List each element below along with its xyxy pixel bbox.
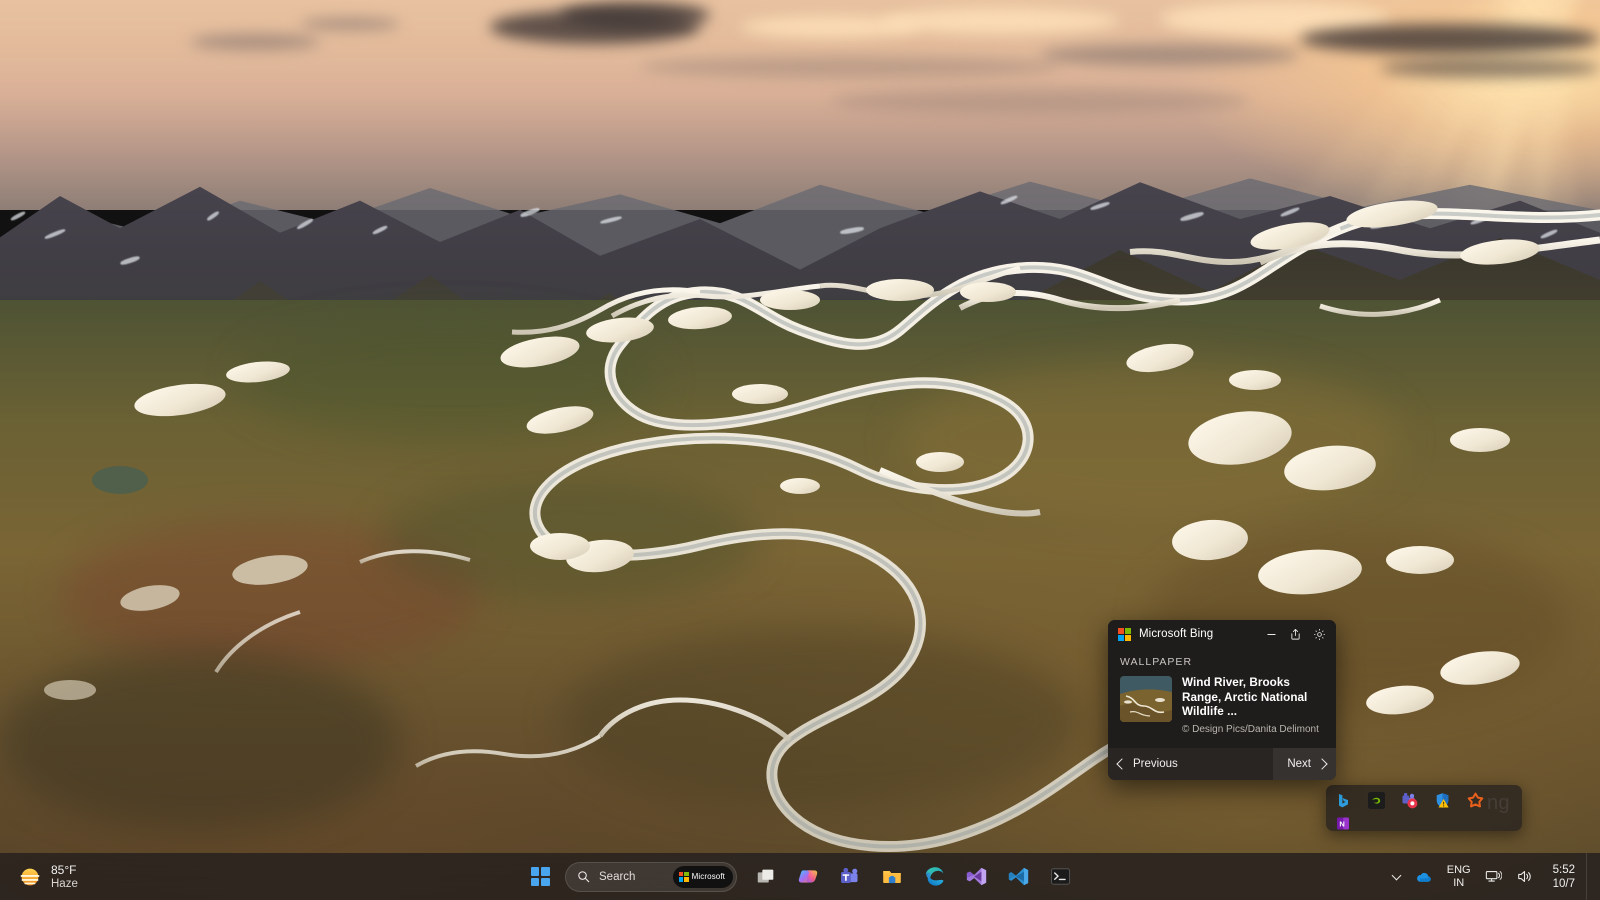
previous-button[interactable]: Previous xyxy=(1108,748,1273,780)
bing-popup-section-label: WALLPAPER xyxy=(1120,656,1324,668)
haze-sun-icon xyxy=(18,865,42,889)
bing-popup-title: Microsoft Bing xyxy=(1139,628,1213,640)
hidden-icons-row-2: N xyxy=(1326,815,1522,831)
teams-notification-icon[interactable] xyxy=(1401,792,1418,809)
chevron-right-icon xyxy=(1316,758,1327,769)
start-button[interactable] xyxy=(521,858,559,896)
file-explorer-button[interactable] xyxy=(873,858,911,896)
windows-logo-icon xyxy=(531,867,550,886)
show-hidden-icons-button[interactable] xyxy=(1386,858,1407,896)
hidden-icons-row-1 xyxy=(1326,785,1522,815)
gear-icon[interactable] xyxy=(1308,623,1330,645)
edge-button[interactable] xyxy=(915,858,953,896)
language-line-2: IN xyxy=(1447,877,1471,890)
share-button[interactable] xyxy=(1284,623,1306,645)
windows-security-icon[interactable] xyxy=(1434,792,1451,809)
terminal-button[interactable] xyxy=(1041,858,1079,896)
next-label: Next xyxy=(1287,758,1311,770)
previous-label: Previous xyxy=(1133,758,1178,770)
onenote-icon[interactable]: N xyxy=(1335,815,1352,832)
bing-popup-titlebar[interactable]: Microsoft Bing xyxy=(1108,620,1336,648)
vscode-button[interactable] xyxy=(999,858,1037,896)
language-line-1: ENG xyxy=(1447,864,1471,877)
volume-icon[interactable] xyxy=(1509,858,1540,896)
show-desktop-button[interactable] xyxy=(1586,853,1592,900)
bing-wallpaper-popup[interactable]: Microsoft Bing xyxy=(1108,620,1336,780)
chevron-left-icon xyxy=(1116,758,1127,769)
search-icon xyxy=(577,870,590,883)
search-input[interactable]: Search Microsoft xyxy=(565,862,737,892)
clock-time: 5:52 xyxy=(1553,863,1575,877)
nvidia-icon[interactable] xyxy=(1368,792,1385,809)
weather-widget[interactable]: 85°F Haze xyxy=(4,857,88,897)
bing-icon[interactable] xyxy=(1335,792,1352,809)
weather-condition: Haze xyxy=(51,877,78,891)
wallpaper-thumbnail[interactable] xyxy=(1120,676,1172,722)
bing-popup-card[interactable]: Wind River, Brooks Range, Arctic Nationa… xyxy=(1120,676,1324,736)
next-button[interactable]: Next xyxy=(1273,748,1336,780)
microsoft-logo-icon xyxy=(679,872,689,882)
weather-temperature: 85°F xyxy=(51,863,78,877)
flower-icon[interactable] xyxy=(1467,792,1484,809)
bing-popup-body: WALLPAPER Wind River, Brooks R xyxy=(1108,648,1336,748)
copilot-button[interactable] xyxy=(789,858,827,896)
onedrive-icon[interactable] xyxy=(1407,858,1440,896)
wallpaper-river-system xyxy=(0,0,1600,900)
wallpaper-headline: Wind River, Brooks Range, Arctic Nationa… xyxy=(1182,676,1324,720)
taskbar-center-cluster: Search Microsoft xyxy=(521,858,1079,896)
search-placeholder: Search xyxy=(599,871,673,883)
taskbar[interactable]: 85°F Haze Search xyxy=(0,853,1600,900)
network-icon[interactable] xyxy=(1478,858,1509,896)
minimize-button[interactable] xyxy=(1260,623,1282,645)
bing-popup-footer: Previous Next xyxy=(1108,748,1336,780)
system-tray: ENG IN xyxy=(1386,853,1600,900)
chevron-up-icon xyxy=(1391,870,1401,880)
microsoft-search-badge[interactable]: Microsoft xyxy=(673,866,733,888)
desktop[interactable]: Microsoft Bing xyxy=(0,0,1600,900)
clock-date: 10/7 xyxy=(1553,877,1575,891)
hidden-icons-flyout[interactable]: N xyxy=(1326,785,1522,831)
clock[interactable]: 5:52 10/7 xyxy=(1540,858,1586,896)
svg-text:N: N xyxy=(1339,819,1344,828)
microsoft-badge-label: Microsoft xyxy=(692,872,725,881)
wallpaper-credit: © Design Pics/Danita Delimont xyxy=(1182,724,1324,736)
microsoft-logo-icon xyxy=(1118,628,1131,641)
task-view-button[interactable] xyxy=(747,858,785,896)
teams-button[interactable] xyxy=(831,858,869,896)
visual-studio-button[interactable] xyxy=(957,858,995,896)
desktop-wallpaper xyxy=(0,0,1600,900)
language-indicator[interactable]: ENG IN xyxy=(1440,858,1478,896)
